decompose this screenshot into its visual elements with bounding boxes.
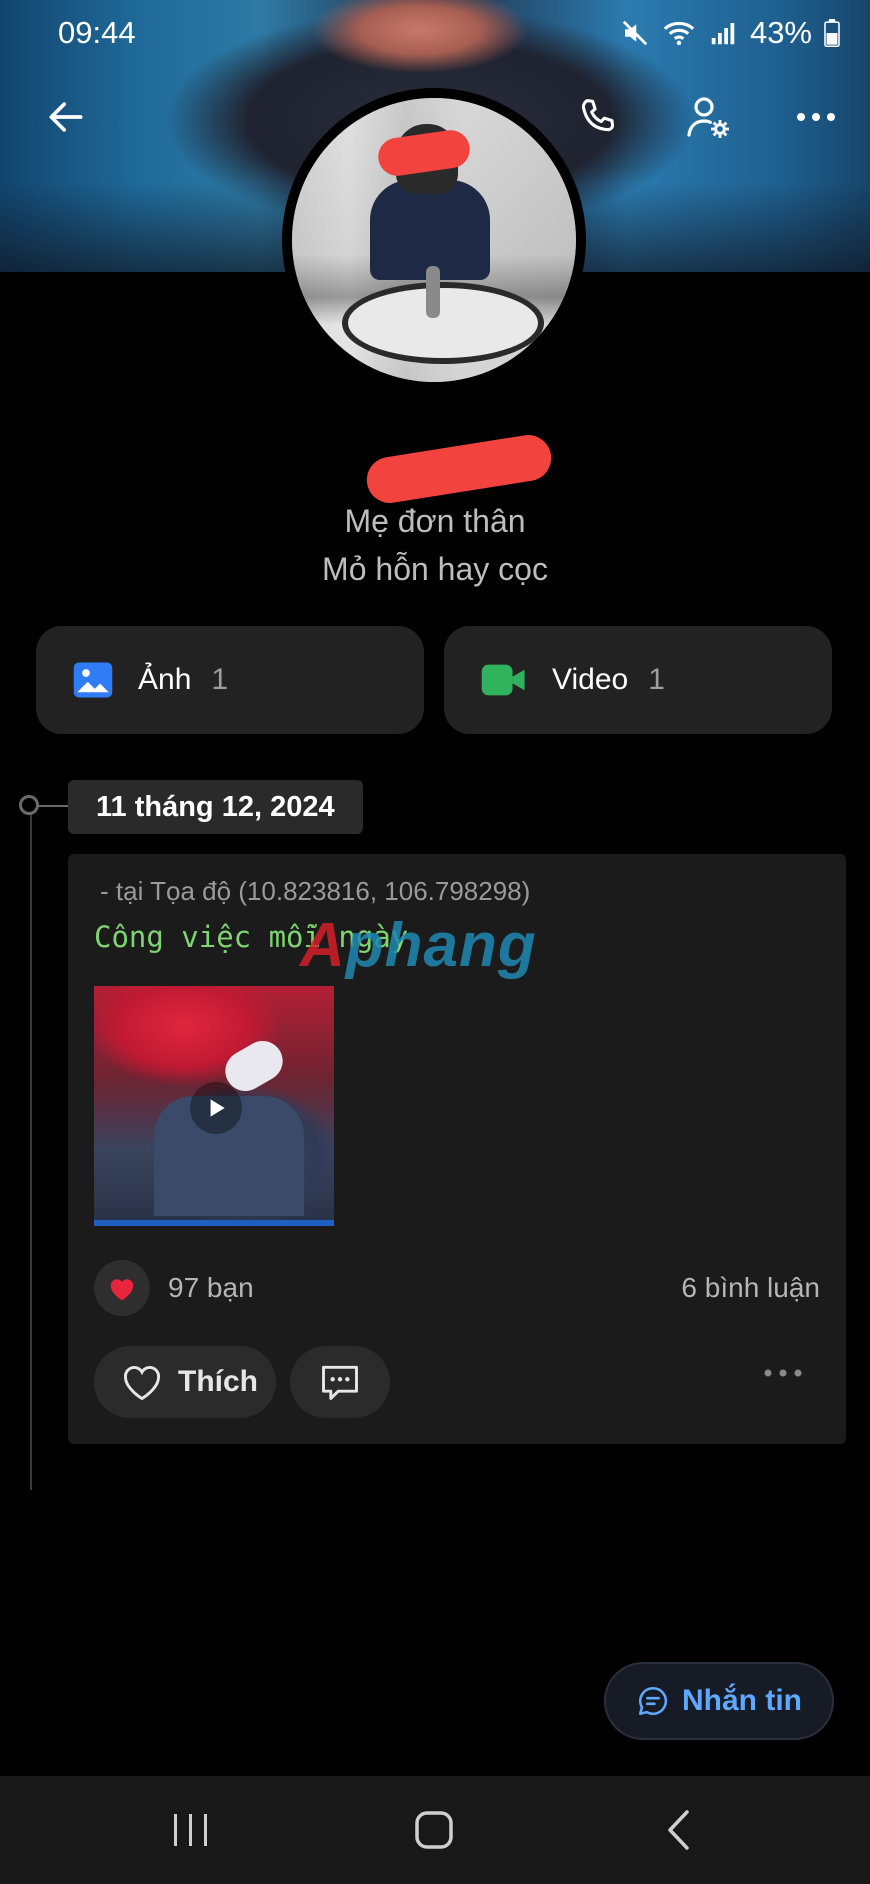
image-icon	[73, 662, 113, 698]
chevron-left-icon	[668, 1810, 689, 1850]
user-settings-icon	[687, 97, 729, 138]
videos-count: 1	[648, 663, 665, 696]
battery-percent: 43%	[749, 15, 812, 50]
status-bar: 09:44 43%	[0, 0, 870, 66]
back-button[interactable]	[34, 82, 98, 152]
more-horizontal-icon	[764, 1369, 802, 1377]
avatar-photo	[292, 98, 576, 382]
profile-avatar[interactable]	[282, 88, 586, 392]
comment-button[interactable]	[290, 1346, 390, 1418]
wifi-icon	[663, 21, 695, 46]
system-nav-bar	[0, 1776, 870, 1884]
like-button[interactable]: Thích	[94, 1346, 276, 1418]
signal-icon	[711, 23, 735, 45]
comment-count[interactable]: 6 bình luận	[681, 1272, 820, 1304]
message-button[interactable]: Nhắn tin	[604, 1662, 834, 1740]
mute-icon	[622, 20, 648, 46]
video-camera-icon	[481, 664, 525, 696]
post-location[interactable]: - tại Tọa độ (10.823816, 106.798298)	[100, 876, 530, 907]
heart-outline-icon	[124, 1366, 160, 1401]
phone-icon	[581, 99, 615, 132]
timeline-dot	[19, 795, 39, 815]
like-label: Thích	[178, 1365, 258, 1398]
reaction-count[interactable]: 97 bạn	[168, 1272, 254, 1304]
recent-apps-button[interactable]	[150, 1798, 232, 1862]
arrow-left-icon	[49, 102, 83, 132]
timeline-line	[30, 806, 32, 1490]
more-button[interactable]	[786, 82, 846, 152]
avatar-figure	[370, 180, 490, 280]
battery-icon	[824, 19, 840, 47]
timeline-date: 11 tháng 12, 2024	[68, 780, 363, 834]
play-icon	[210, 1099, 225, 1117]
videos-label: Video	[552, 663, 629, 696]
home-icon	[415, 1811, 453, 1849]
post-more-button[interactable]	[762, 1366, 804, 1384]
reaction-row: 97 bạn 6 bình luận	[94, 1260, 820, 1316]
system-back-button[interactable]	[638, 1798, 720, 1862]
bio-line-1: Mẹ đơn thân	[344, 503, 526, 539]
heart-reaction-icon[interactable]	[94, 1260, 150, 1316]
photos-count: 1	[211, 663, 229, 696]
chat-bubble-icon	[638, 1686, 668, 1716]
status-time: 09:44	[58, 15, 136, 50]
play-button[interactable]	[190, 1082, 242, 1134]
comment-icon	[322, 1365, 358, 1400]
name-redaction	[363, 431, 555, 507]
bio-line-2: Mỏ hỗn hay cọc	[322, 551, 548, 587]
photos-label: Ảnh	[138, 663, 192, 696]
post-card: - tại Tọa độ (10.823816, 106.798298) Côn…	[68, 854, 846, 1444]
videos-button[interactable]: Video 1	[444, 626, 832, 734]
photos-button[interactable]: Ảnh 1	[36, 626, 424, 734]
profile-settings-button[interactable]	[676, 82, 740, 152]
video-thumbnail[interactable]	[94, 986, 334, 1226]
timeline-connector	[38, 805, 68, 807]
message-label: Nhắn tin	[682, 1684, 802, 1717]
watermark-logo: Aphang	[300, 911, 537, 980]
home-button[interactable]	[393, 1798, 475, 1862]
recent-apps-icon	[174, 1814, 207, 1846]
status-icons: 43%	[620, 15, 840, 51]
more-horizontal-icon	[797, 113, 835, 121]
